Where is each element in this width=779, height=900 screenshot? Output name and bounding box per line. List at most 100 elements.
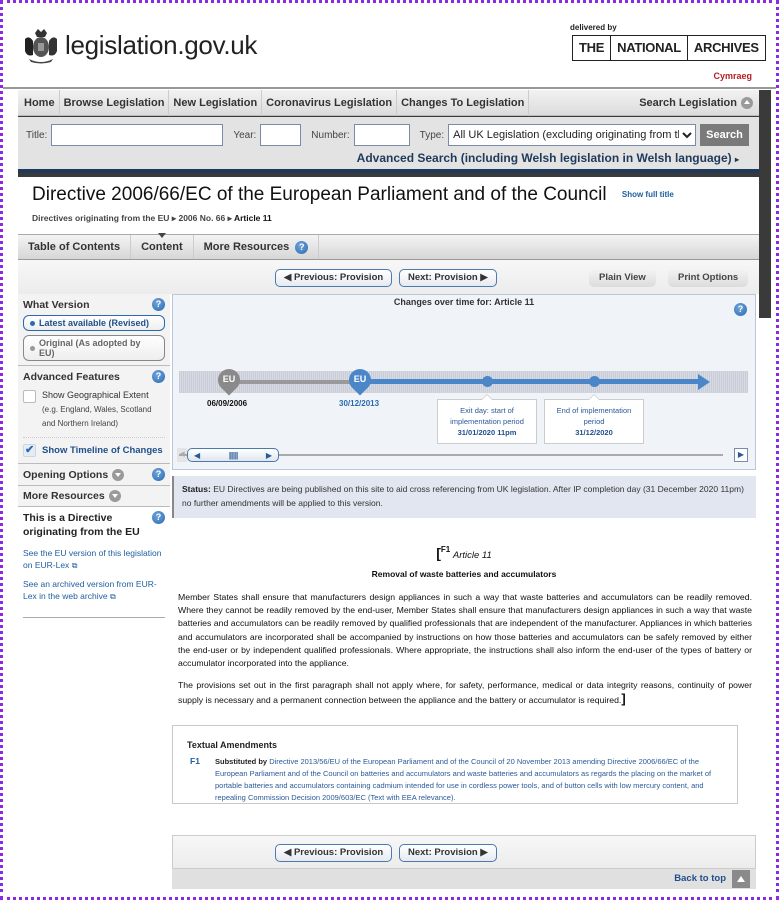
help-icon[interactable]: ? [152,511,165,524]
radio-dot-icon [30,345,35,351]
previous-provision-label: Previous: Provision [293,847,384,858]
timeline-arrow-icon [698,374,710,390]
type-select[interactable]: All UK Legislation (excluding originatin… [448,124,697,146]
eur-lex-link[interactable]: See the EU version of this legislation o… [23,547,165,572]
number-label: Number: [311,129,350,141]
tab-content[interactable]: Content [131,233,194,259]
print-options-button[interactable]: Print Options [668,269,749,287]
geo-extent-label: Show Geographical Extent [42,390,149,400]
timeline-checkbox[interactable] [23,443,36,457]
nav-item-browse[interactable]: Browse Legislation [60,89,170,116]
timeline-date: 06/09/2006 [207,399,248,408]
sidebar-divider [23,617,165,618]
textual-amendments: Textual Amendments F1 Substituted by Dir… [172,725,738,804]
language-link-welsh[interactable]: Cymraeg [713,71,752,81]
amendment-ref-link[interactable]: F1 [441,545,450,554]
nav-item-coronavirus[interactable]: Coronavirus Legislation [262,89,398,116]
expand-down-icon [108,490,121,502]
title-input[interactable] [51,124,224,146]
nav-item-new[interactable]: New Legislation [169,89,263,116]
main-content: ◀ Previous: Provision Next: Provision ▶ … [18,260,759,895]
opening-options-heading: Opening Options [23,468,109,481]
expand-down-icon [112,468,125,481]
breadcrumb-item[interactable]: 2006 No. 66 [178,213,225,223]
timeline-option[interactable]: Show Timeline of Changes [23,437,165,457]
timeline-segment-current [356,379,700,384]
title-label: Title: [26,129,48,141]
article-number-text: Article 11 [452,550,492,561]
geo-extent-note: (e.g. England, Wales, Scotland and North… [42,405,152,428]
web-archive-link-label: See an archived version from EUR-Lex in … [23,579,157,601]
next-provision-label: Next: Provision [408,272,478,283]
next-provision-button-bottom[interactable]: Next: Provision ▶ [399,844,497,862]
version-original-label: Original (As adopted by EU) [38,338,141,358]
article-paragraph-text: The provisions set out in the first para… [178,680,752,706]
next-provision-label: Next: Provision [408,847,478,858]
bottom-provision-toolbar: ◀ Previous: Provision Next: Provision ▶ [172,835,756,869]
timeline-event-node[interactable] [482,376,493,387]
search-legislation-toggle[interactable]: Search Legislation [635,90,759,116]
timeline-event-label: End of implementation period [556,406,632,426]
version-latest-button[interactable]: Latest available (Revised) [23,315,165,331]
radio-dot-icon [30,320,35,326]
help-icon[interactable]: ? [734,303,747,316]
timeline-event-box: End of implementation period 31/12/2020 [544,394,644,444]
eu-directive-note: This is a Directive originating from the… [18,507,170,607]
tab-label: More Resources [203,241,290,253]
opening-options-section[interactable]: Opening Options? [18,464,170,486]
previous-provision-button-bottom[interactable]: ◀ Previous: Provision [275,844,393,862]
help-icon[interactable]: ? [152,370,165,383]
tab-label: Table of Contents [28,241,121,253]
back-to-top-bar: Back to top [172,869,756,889]
timeline-label: Show Timeline of Changes [42,445,163,456]
site-logo[interactable]: legislation.gov.uk [21,25,257,65]
help-icon[interactable]: ? [295,240,309,254]
more-resources-section[interactable]: More Resources [18,486,170,507]
timeline-event-box: Exit day: start of implementation period… [437,394,537,444]
royal-crest-icon [25,29,57,64]
tab-table-of-contents[interactable]: Table of Contents [18,235,132,259]
scroll-right-button[interactable]: ▶ [734,448,748,462]
nav-item-home[interactable]: Home [18,89,60,116]
amendment-link[interactable]: Directive 2013/56/EU of the European Par… [215,757,711,802]
timeline-panel: Changes over time for: Article 11 ? EU 0… [172,294,756,470]
tab-more-resources[interactable]: More Resources? [194,235,320,259]
content-tabs: Table of Contents Content More Resources… [18,233,759,260]
tna-logo[interactable]: THE NATIONAL ARCHIVES [572,35,766,61]
article-number: [F1 Article 11 [172,545,756,561]
arrow-up-icon[interactable] [732,870,750,888]
geo-extent-checkbox[interactable] [23,390,36,403]
web-archive-link[interactable]: See an archived version from EUR-Lex in … [23,578,165,603]
timeline-scrollbar[interactable]: ◀ ◀ |||||||| ▶ ▶ [177,448,748,462]
more-resources-heading: More Resources [23,490,105,502]
provision-toolbar: ◀ Previous: Provision Next: Provision ▶ … [18,260,759,294]
advanced-search-link[interactable]: Advanced Search (including Welsh legisla… [357,151,739,165]
help-icon[interactable]: ? [152,298,165,311]
breadcrumb-item[interactable]: Directives originating from the EU [32,213,169,223]
timeline-title: Changes over time for: Article 11 [393,297,535,307]
plain-view-button[interactable]: Plain View [589,269,656,287]
number-input[interactable] [353,124,410,146]
search-button[interactable]: Search [700,124,749,146]
timeline-event-node[interactable] [589,376,600,387]
previous-provision-label: Previous: Provision [293,272,384,283]
eu-note-title: This is a Directive originating from the… [23,512,140,538]
previous-provision-button[interactable]: ◀ Previous: Provision [275,269,393,287]
amendment-item: F1 Substituted by Directive 2013/56/EU o… [187,756,723,804]
version-original-button[interactable]: Original (As adopted by EU) [23,335,165,361]
help-icon[interactable]: ? [152,468,165,481]
next-provision-button[interactable]: Next: Provision ▶ [399,269,497,287]
nav-item-changes[interactable]: Changes To Legislation [397,89,530,116]
show-full-title-link[interactable]: Show full title [622,190,674,199]
tna-word: ARCHIVES [693,40,759,55]
search-legislation-label: Search Legislation [639,96,737,109]
tab-label: Content [141,241,183,253]
back-to-top-link[interactable]: Back to top [674,873,726,884]
geo-extent-option[interactable]: Show Geographical Extent [23,390,165,403]
advanced-features-section: Advanced Features? Show Geographical Ext… [18,366,170,464]
type-label: Type: [419,129,445,141]
scroll-thumb[interactable]: ◀ |||||||| ▶ [187,448,279,462]
year-input[interactable] [260,124,302,146]
arrow-left-icon: ◀ [284,272,294,283]
scroll-right-icon: ▶ [265,450,272,460]
